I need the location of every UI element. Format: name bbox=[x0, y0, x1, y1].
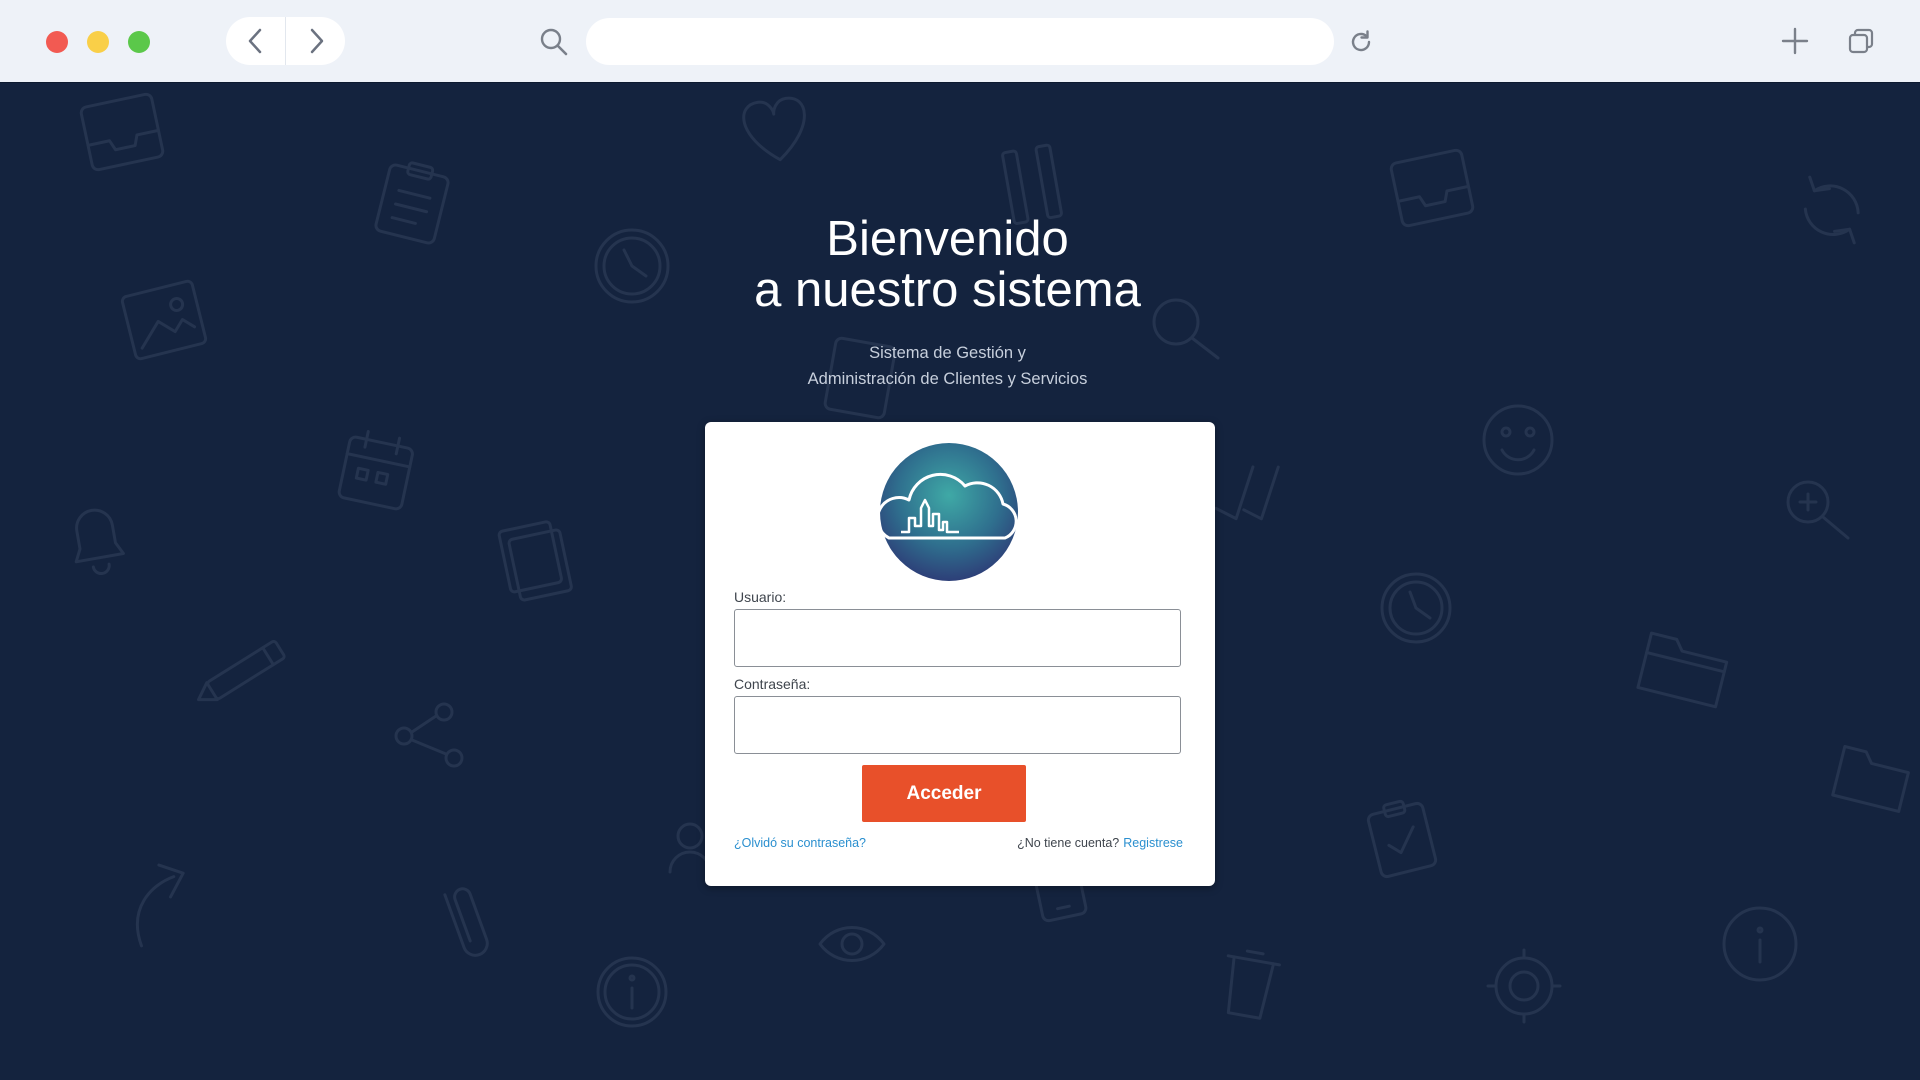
browser-toolbar bbox=[0, 0, 1920, 83]
navigation-buttons bbox=[226, 17, 345, 65]
chevron-right-icon bbox=[310, 28, 323, 54]
page-title: Bienvenido a nuestro sistema bbox=[660, 214, 1235, 316]
register-link[interactable]: Registrese bbox=[1123, 836, 1183, 850]
paperclip-doodle-icon bbox=[443, 887, 489, 957]
smiley-doodle-icon bbox=[1482, 404, 1554, 476]
user-doodle-icon bbox=[668, 822, 712, 874]
pages-doodle-icon bbox=[497, 520, 573, 602]
username-input[interactable] bbox=[734, 609, 1181, 667]
tabs-icon bbox=[1848, 28, 1874, 54]
clipboard-doodle-icon bbox=[374, 161, 450, 245]
inbox-doodle-icon bbox=[79, 92, 165, 172]
page-title-line1: Bienvenido bbox=[826, 212, 1069, 266]
inbox-doodle-icon-2 bbox=[1389, 148, 1475, 228]
chevron-left-icon bbox=[248, 28, 261, 54]
forgot-password-link[interactable]: ¿Olvidó su contraseña? bbox=[734, 836, 866, 850]
bell-doodle-icon bbox=[74, 508, 125, 576]
search-button[interactable] bbox=[537, 25, 571, 59]
info-doodle-icon-2 bbox=[1722, 906, 1798, 982]
pencil-doodle-icon bbox=[197, 639, 286, 702]
clock-doodle-icon-2 bbox=[1380, 572, 1452, 644]
checks-doodle-icon bbox=[1214, 465, 1280, 521]
folder-doodle-icon bbox=[1636, 631, 1729, 709]
window-maximize-button[interactable] bbox=[128, 31, 150, 53]
tabs-overview-button[interactable] bbox=[1844, 24, 1878, 58]
back-button[interactable] bbox=[226, 17, 285, 65]
window-minimize-button[interactable] bbox=[87, 31, 109, 53]
info-doodle-icon bbox=[596, 956, 668, 1028]
clock-doodle-icon bbox=[594, 228, 670, 304]
page-subtitle: Sistema de Gestión y Administración de C… bbox=[660, 340, 1235, 392]
image-doodle-icon bbox=[120, 279, 208, 361]
calendar-doodle-icon bbox=[337, 430, 414, 511]
arrow-doodle-icon bbox=[135, 863, 185, 948]
zoom-in-doodle-icon bbox=[1786, 480, 1850, 540]
clipboard-check-doodle-icon bbox=[1366, 799, 1438, 879]
trash-doodle-icon bbox=[1226, 949, 1281, 1020]
forward-button[interactable] bbox=[286, 17, 345, 65]
page-subtitle-line1: Sistema de Gestión y bbox=[869, 344, 1026, 362]
register-prompt: ¿No tiene cuenta? Registrese bbox=[1017, 836, 1183, 850]
reload-icon bbox=[1351, 30, 1371, 52]
page-title-line2: a nuestro sistema bbox=[754, 263, 1141, 317]
folder-doodle-icon-2 bbox=[1831, 744, 1910, 813]
share-doodle-icon bbox=[394, 702, 464, 768]
eye-doodle-icon bbox=[818, 926, 886, 962]
password-label: Contraseña: bbox=[734, 676, 811, 692]
new-tab-button[interactable] bbox=[1778, 24, 1812, 58]
gear-doodle-icon bbox=[1486, 948, 1562, 1024]
page-subtitle-line2: Administración de Clientes y Servicios bbox=[807, 370, 1088, 388]
reload-button[interactable] bbox=[1345, 26, 1377, 58]
window-close-button[interactable] bbox=[46, 31, 68, 53]
refresh-doodle-icon bbox=[1803, 175, 1860, 245]
username-label: Usuario: bbox=[734, 589, 787, 605]
login-card: Usuario: Contraseña: Acceder ¿Olvidó su … bbox=[705, 422, 1215, 886]
password-input[interactable] bbox=[734, 696, 1181, 754]
no-account-text: ¿No tiene cuenta? bbox=[1017, 836, 1120, 850]
plus-icon bbox=[1781, 27, 1809, 55]
address-bar[interactable] bbox=[586, 18, 1334, 65]
login-button[interactable]: Acceder bbox=[862, 765, 1026, 822]
cloud-city-logo bbox=[879, 443, 1018, 581]
heart-doodle-icon bbox=[742, 96, 806, 162]
search-icon bbox=[540, 28, 568, 56]
